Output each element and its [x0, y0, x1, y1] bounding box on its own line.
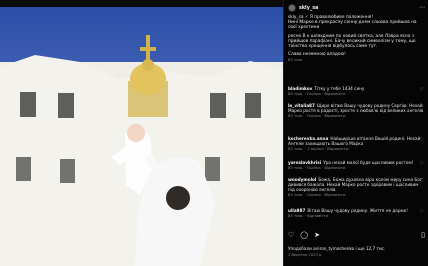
heart-icon: ♡ — [288, 231, 295, 239]
post-detail-panel: skly_sa ⋯ skly_sa ✓ Я праволюбиве положе… — [283, 0, 428, 266]
avatar[interactable] — [288, 4, 296, 12]
heart-icon[interactable]: ♡ — [420, 104, 424, 110]
like-button[interactable]: ♡ — [288, 231, 294, 239]
caption-line-2: Нині Марко в прекрасну сонну днем сльюва… — [288, 20, 417, 31]
instagram-post-viewer: × — [0, 0, 428, 266]
share-icon: ➤ — [314, 231, 320, 239]
comment-meta: 83 тиж. · Оцінка · Відповісти — [288, 192, 346, 198]
caption-line-3: ресно В к шляхдним по новий святка, але … — [288, 33, 416, 50]
comment-button[interactable]: ◯ — [300, 231, 308, 239]
likes-count[interactable]: Уподобали aniron_tymoshenko і ще 12,7 ти… — [288, 246, 425, 251]
photo-illustration — [0, 7, 283, 266]
list-item: woodymolol Божа, Божа духовна віра колом … — [288, 177, 425, 197]
comment-meta: 83 тиж. · Оцінка · Відповісти — [288, 91, 346, 97]
list-item: le_vitalia87 Щиро вітаю Вашу чудову родин… — [288, 103, 425, 118]
more-options-icon[interactable]: ⋯ — [419, 5, 425, 11]
heart-icon[interactable]: ♡ — [420, 137, 424, 143]
heart-icon[interactable]: ♡ — [420, 209, 424, 215]
comment-meta: 83 тиж. · 1 оцінка · Відповісти — [288, 146, 349, 152]
post-photo[interactable] — [0, 7, 283, 266]
heart-icon[interactable]: ♡ — [420, 87, 424, 93]
post-header: skly_sa ⋯ — [288, 3, 425, 13]
list-item: bladimkov Тітку у тебе 1434 сину 83 тиж. … — [288, 86, 425, 96]
heart-icon[interactable]: ♡ — [420, 161, 424, 167]
bookmark-icon: ▯ — [421, 231, 425, 239]
comment-icon: ◯ — [300, 231, 309, 239]
heart-icon[interactable]: ♡ — [420, 178, 424, 184]
share-button[interactable]: ➤ — [314, 231, 320, 239]
post-username[interactable]: skly_sa — [299, 6, 318, 11]
comment-meta: 83 тиж. · Відповісти — [288, 213, 329, 219]
post-caption: skly_sa ✓ Я праволюбиве положення! Нині … — [288, 15, 425, 63]
list-item: ulla987 Вітаю Вашу чудову родину. Життя н… — [288, 208, 425, 218]
post-actions: ♡ ◯ ➤ ▯ — [288, 230, 425, 240]
save-button[interactable]: ▯ — [421, 231, 425, 239]
list-item: kocherevka.anna Найщиріше вітання Вашій р… — [288, 136, 425, 151]
comment-meta: 83 тиж. · Оцінка · Відповісти — [288, 113, 346, 119]
caption-meta: 83 тиж. — [288, 57, 304, 63]
list-item: yaroslavkhrisi Ура нехай малої буде щасли… — [288, 160, 425, 170]
comment-meta: 83 тиж. · Оцінка · Відповісти — [288, 165, 346, 171]
post-date: 1 березня 2023 р. — [288, 253, 323, 257]
